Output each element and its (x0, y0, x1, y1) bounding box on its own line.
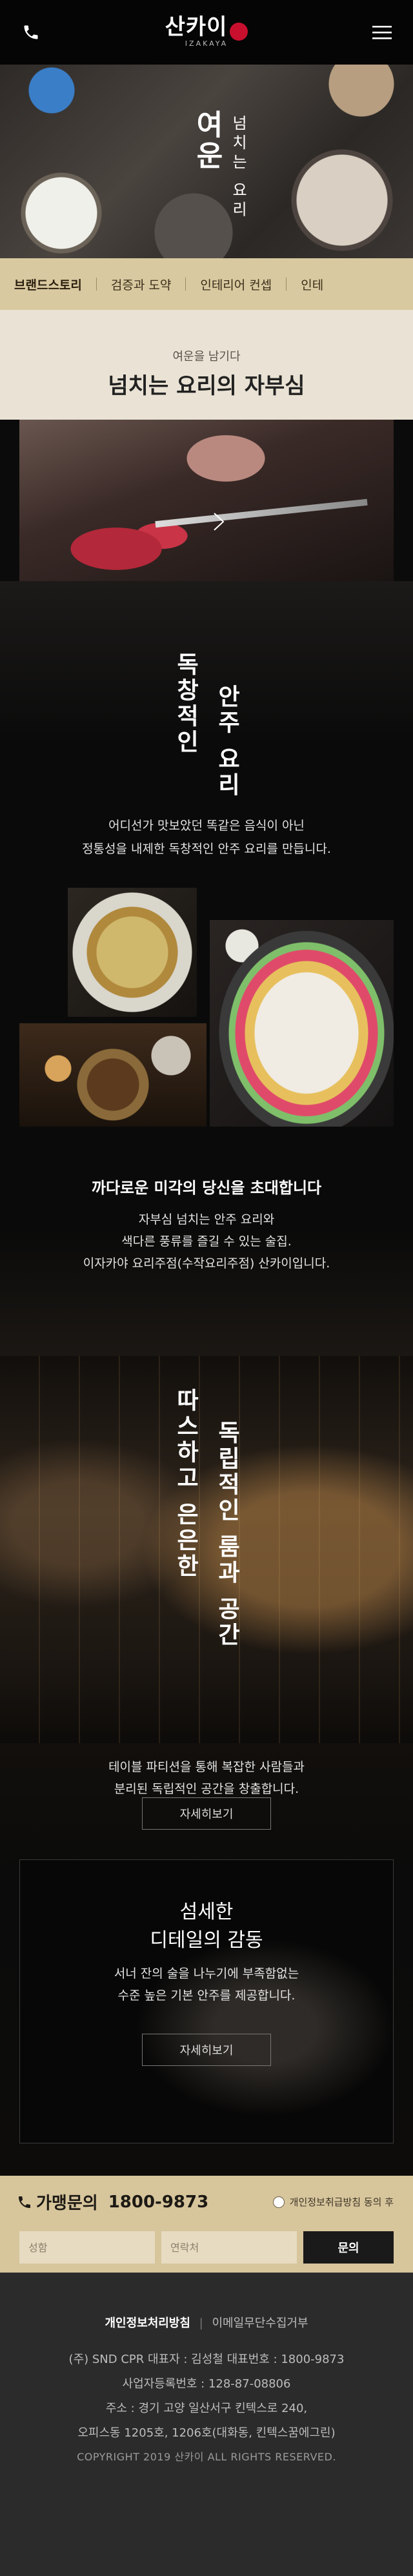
taste-line-2: 색다른 풍류를 즐길 수 있는 술집. (121, 1234, 292, 1249)
page: 산카이 IZAKAYA 여운 넘치는 요리 브랜드스토리 검증과 도약 인테리어… (0, 0, 413, 2576)
food-vtitle-2: 안주 요리 (214, 684, 241, 799)
space-line-1: 테이블 파티션을 통해 복잡한 사람들과 (108, 1760, 305, 1774)
hero-image: 여운 넘치는 요리 (0, 65, 413, 258)
space-vtitle-2: 독립적인 룸과 공간 (214, 1420, 241, 1649)
header: 산카이 IZAKAYA (0, 0, 413, 65)
footer-sep: | (199, 2316, 203, 2330)
name-input[interactable] (19, 2231, 155, 2264)
contact-phone[interactable]: 가맹문의 1800-9873 (17, 2190, 208, 2214)
hero-subtitle: 넘치는 요리 (229, 115, 247, 221)
taste-line-1: 자부심 넘치는 안주 요리와 (138, 1212, 275, 1227)
phone-icon[interactable] (17, 18, 45, 46)
hero-title: 여운 (190, 110, 223, 172)
photo-bowl (68, 888, 197, 1017)
footer-copyright: COPYRIGHT 2019 산카이 ALL RIGHTS RESERVED. (77, 2451, 336, 2463)
taste-heading: 까다로운 미각의 당신을 초대합니다 (91, 1179, 322, 1197)
play-icon (214, 513, 225, 531)
logo[interactable]: 산카이 IZAKAYA (0, 9, 413, 48)
agree-checkbox[interactable] (272, 2196, 285, 2208)
tab-more[interactable]: 인테 (287, 276, 337, 293)
menu-icon[interactable] (368, 18, 396, 46)
photo-interior (0, 1356, 413, 1743)
footer-company: (주) SND CPR 대표자 : 김성철 대표번호 : 1800-9873 (68, 2353, 345, 2366)
space-more-button[interactable]: 자세히보기 (142, 1797, 271, 1830)
detail-title-2: 디테일의 감동 (150, 1929, 263, 1952)
food-vtitle-1: 독창적인 (172, 652, 199, 755)
franchise-contact: 가맹문의 1800-9873 개인정보취급방침 동의 후 문의 (0, 2176, 413, 2273)
footer-address-2: 오피스동 1205호, 1206호(대화동, 킨텍스꿈에그린) (77, 2426, 336, 2440)
detail-line-2: 수준 높은 기본 안주를 제공합니다. (117, 1988, 296, 2003)
footer-bizno: 사업자등록번호 : 128-87-08806 (122, 2377, 291, 2391)
intro-kicker: 여운을 남기다 (172, 350, 241, 363)
tab-interior[interactable]: 인테리어 컨셉 (186, 276, 286, 293)
footer-address-1: 주소 : 경기 고양 일산서구 킨텍스로 240, (105, 2402, 308, 2415)
knife-shape (155, 498, 368, 528)
submit-button[interactable]: 문의 (303, 2231, 394, 2264)
food-desc-1: 어디선가 맛보았던 똑같은 음식이 아닌 (108, 819, 305, 833)
phone-input[interactable] (161, 2231, 297, 2264)
tab-brand-story[interactable]: 브랜드스토리 (0, 276, 96, 293)
food-desc-2: 정통성을 내제한 독창적인 안주 요리를 만듭니다. (82, 842, 331, 856)
detail-line-1: 서너 잔의 술을 나누기에 부족함없는 (114, 1967, 299, 1981)
brand-tabs: 브랜드스토리 검증과 도약 인테리어 컨셉 인테 (0, 258, 413, 310)
chef-cutting-photo (19, 420, 394, 581)
contact-number: 1800-9873 (108, 2192, 209, 2212)
logo-sub: IZAKAYA (185, 39, 228, 48)
footer: 개인정보처리방침 | 이메일무단수집거부 (주) SND CPR 대표자 : 김… (0, 2273, 413, 2576)
privacy-agree[interactable]: 개인정보취급방침 동의 후 (272, 2195, 394, 2209)
agree-label: 개인정보취급방침 동의 후 (289, 2196, 394, 2208)
detail-more-button[interactable]: 자세히보기 (142, 2034, 271, 2066)
tab-verification[interactable]: 검증과 도약 (97, 276, 185, 293)
phone-small-icon (19, 2196, 30, 2208)
contact-label: 가맹문의 (36, 2194, 98, 2213)
logo-text: 산카이 (165, 14, 228, 40)
photo-grill (19, 1023, 206, 1127)
footer-links: 개인정보처리방침 | 이메일무단수집거부 (0, 2314, 413, 2331)
intro-section: 여운을 남기다 넘치는 요리의 자부심 (0, 310, 413, 420)
email-refuse-link[interactable]: 이메일무단수집거부 (212, 2316, 308, 2330)
privacy-policy-link[interactable]: 개인정보처리방침 (105, 2316, 190, 2330)
logo-badge (230, 22, 248, 41)
space-line-2: 분리된 독립적인 공간을 창출합니다. (114, 1782, 299, 1796)
detail-title-1: 섬세한 (179, 1901, 234, 1923)
intro-title: 넘치는 요리의 자부심 (108, 373, 305, 399)
space-vtitle-1: 따스하고 은은한 (172, 1388, 199, 1580)
taste-line-3: 이자카야 요리주점(수작요리주점) 산카이입니다. (83, 1256, 330, 1271)
photo-sashimi-plate (210, 920, 394, 1127)
